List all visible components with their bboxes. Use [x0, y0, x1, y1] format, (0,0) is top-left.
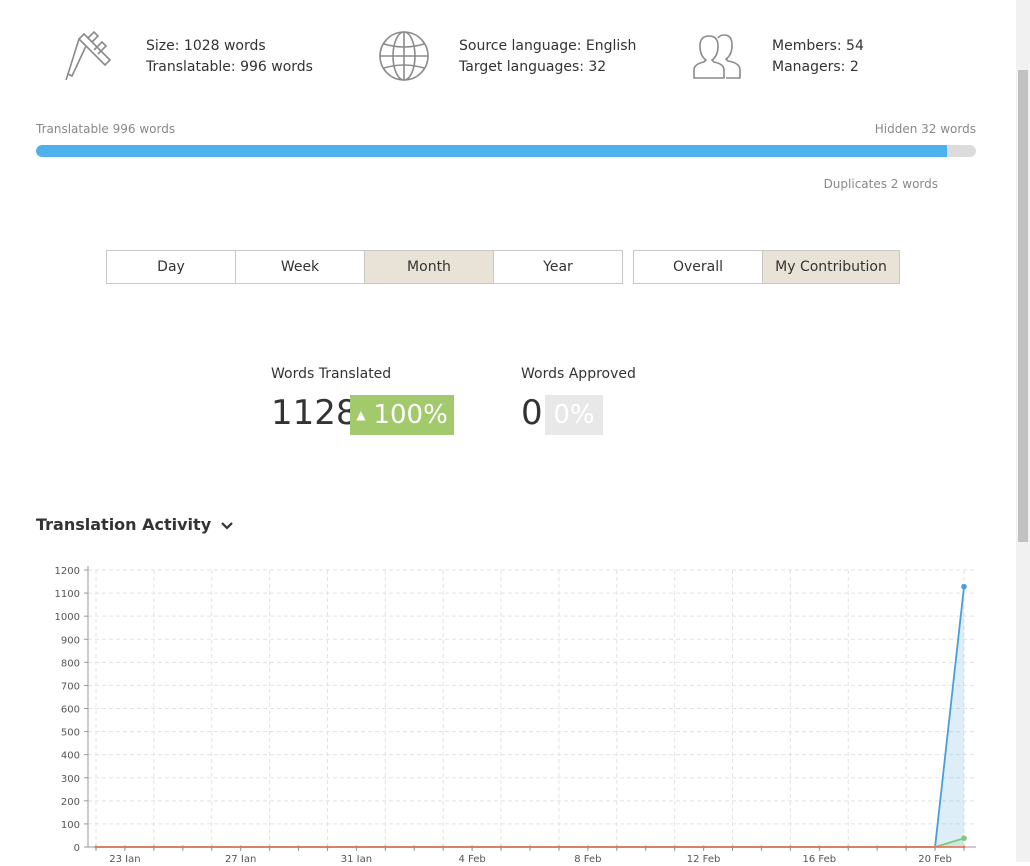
managers-count: Managers: 2 [772, 59, 859, 75]
y-tick-label: 400 [61, 751, 80, 762]
y-tick-label: 600 [61, 705, 80, 716]
data-point [586, 845, 590, 849]
data-point [933, 845, 937, 849]
words-translated-change-badge: ▲ 100% [350, 395, 454, 435]
caliper-icon [64, 30, 114, 86]
source-language: Source language: English [459, 38, 637, 54]
scope-tabs: Overall My Contribution [633, 250, 900, 284]
x-tick-label: 16 Feb [803, 854, 837, 862]
words-translated-change: 100% [373, 400, 448, 430]
words-translated-label: Words Translated [271, 366, 392, 382]
data-point [412, 845, 416, 849]
period-tabs: Day Week Month Year [106, 250, 623, 284]
data-point [789, 845, 792, 849]
y-tick-label: 1000 [55, 612, 80, 623]
data-point [961, 835, 967, 842]
y-tick-label: 1200 [55, 566, 80, 577]
data-point [470, 845, 474, 849]
data-point [123, 845, 127, 849]
scrollbar-thumb[interactable] [1018, 70, 1028, 542]
data-point [615, 845, 619, 849]
data-point [152, 845, 156, 849]
project-translatable: Translatable: 996 words [146, 59, 313, 75]
data-point [557, 845, 561, 849]
y-tick-label: 300 [61, 774, 80, 785]
chevron-down-icon [221, 515, 233, 534]
x-tick-label: 20 Feb [918, 854, 952, 862]
data-point [528, 845, 532, 849]
data-point [326, 845, 329, 849]
progress-duplicates-label: Duplicates 2 words [823, 177, 938, 191]
data-point [644, 845, 648, 849]
data-point [210, 845, 214, 849]
data-point [702, 845, 705, 849]
series-area [96, 586, 964, 847]
data-point [962, 845, 966, 849]
data-point [961, 583, 967, 590]
users-icon [692, 34, 746, 84]
tab-month[interactable]: Month [364, 250, 494, 284]
y-tick-label: 0 [74, 843, 80, 854]
data-point [904, 845, 908, 849]
series-line [96, 586, 965, 848]
progress-hidden-label: Hidden 32 words [874, 122, 976, 136]
data-point [731, 845, 734, 849]
project-size: Size: 1028 words [146, 38, 266, 54]
tab-my-contribution[interactable]: My Contribution [762, 250, 900, 284]
y-tick-label: 1100 [55, 589, 80, 600]
project-stats: Size: 1028 words Translatable: 996 words… [0, 30, 1016, 90]
globe-icon [378, 30, 430, 86]
target-languages: Target languages: 32 [459, 59, 607, 75]
data-point [239, 845, 243, 849]
words-approved-label: Words Approved [521, 366, 636, 382]
x-tick-label: 23 Jan [109, 854, 140, 862]
data-point [846, 845, 850, 849]
words-translated-value: 1128 [271, 393, 358, 433]
arrow-up-icon: ▲ [356, 408, 366, 422]
data-point [181, 845, 185, 849]
x-tick-label: 12 Feb [687, 854, 721, 862]
tab-year[interactable]: Year [493, 250, 623, 284]
translation-activity-chart: 0 100 200 300 400 500 600 700 800 900 1000 1100 1200… [36, 558, 980, 865]
scrollbar[interactable] [1016, 0, 1030, 862]
section-title: Translation Activity [36, 515, 212, 534]
y-tick-label: 900 [61, 635, 80, 646]
data-point [94, 845, 98, 849]
y-tick-label: 200 [61, 797, 80, 808]
words-approved-change: 0% [553, 400, 595, 430]
members-count: Members: 54 [772, 38, 864, 54]
data-point [673, 845, 677, 849]
translation-activity-toggle[interactable]: Translation Activity [36, 515, 233, 534]
words-progress-bar [36, 145, 976, 157]
x-tick-label: 31 Jan [341, 854, 372, 862]
data-point [297, 845, 300, 849]
tab-overall[interactable]: Overall [633, 250, 763, 284]
data-point [383, 845, 387, 849]
data-point [355, 845, 358, 849]
x-tick-label: 4 Feb [459, 854, 486, 862]
words-approved-value: 0 [521, 393, 543, 433]
y-tick-label: 800 [61, 658, 80, 669]
x-tick-label: 8 Feb [574, 854, 601, 862]
data-point [268, 845, 271, 849]
data-point [817, 845, 821, 849]
tab-day[interactable]: Day [106, 250, 236, 284]
y-tick-label: 700 [61, 681, 80, 692]
data-point [760, 845, 763, 849]
data-point [499, 845, 503, 849]
chart-svg: 0 100 200 300 400 500 600 700 800 900 1000 1100 1200… [55, 566, 976, 865]
progress-translatable-label: Translatable 996 words [36, 122, 176, 136]
x-tick-label: 27 Jan [225, 854, 256, 862]
progress-fill [36, 145, 947, 157]
data-point [875, 845, 879, 849]
y-tick-label: 500 [61, 728, 80, 739]
words-approved-change-badge: 0% [545, 395, 603, 435]
y-tick-label: 100 [61, 820, 80, 831]
tab-week[interactable]: Week [235, 250, 365, 284]
data-point [441, 845, 445, 849]
